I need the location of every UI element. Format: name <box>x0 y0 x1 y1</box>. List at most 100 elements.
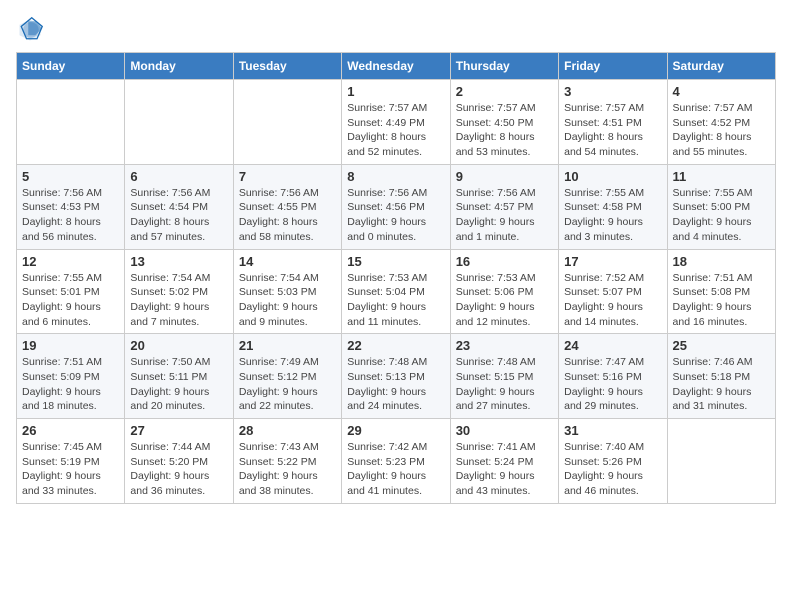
day-number: 20 <box>130 338 227 353</box>
calendar-cell: 29 Sunrise: 7:42 AM Sunset: 5:23 PM Dayli… <box>342 419 450 504</box>
day-info: Sunrise: 7:57 AM Sunset: 4:52 PM Dayligh… <box>673 101 770 160</box>
day-info: Sunrise: 7:56 AM Sunset: 4:56 PM Dayligh… <box>347 186 444 245</box>
day-number: 10 <box>564 169 661 184</box>
day-number: 19 <box>22 338 119 353</box>
day-number: 21 <box>239 338 336 353</box>
calendar-cell: 16Sunrise: 7:53 AM Sunset: 5:06 PM Dayli… <box>450 249 558 334</box>
day-number: 23 <box>456 338 553 353</box>
day-info: Sunrise: 7:53 AM Sunset: 5:04 PM Dayligh… <box>347 271 444 330</box>
day-number: 26 <box>22 423 119 438</box>
calendar-cell: 17 Sunrise: 7:52 AM Sunset: 5:07 PM Dayli… <box>559 249 667 334</box>
calendar-week-5: 26 Sunrise: 7:45 AM Sunset: 5:19 PM Dayli… <box>17 419 776 504</box>
day-number: 14 <box>239 254 336 269</box>
calendar-cell: 27 Sunrise: 7:44 AM Sunset: 5:20 PM Dayli… <box>125 419 233 504</box>
day-number: 12 <box>22 254 119 269</box>
calendar-cell: 18Sunrise: 7:51 AM Sunset: 5:08 PM Dayli… <box>667 249 775 334</box>
day-number: 5 <box>22 169 119 184</box>
day-info: Sunrise: 7:56 AM Sunset: 4:57 PM Dayligh… <box>456 186 553 245</box>
day-info: Sunrise: 7:56 AM Sunset: 4:53 PM Dayligh… <box>22 186 119 245</box>
col-header-wednesday: Wednesday <box>342 53 450 80</box>
calendar-week-2: 5 Sunrise: 7:56 AM Sunset: 4:53 PM Daylig… <box>17 164 776 249</box>
day-number: 8 <box>347 169 444 184</box>
day-info: Sunrise: 7:46 AM Sunset: 5:18 PM Dayligh… <box>673 355 770 414</box>
day-number: 25 <box>673 338 770 353</box>
day-number: 28 <box>239 423 336 438</box>
calendar-cell: 1 Sunrise: 7:57 AM Sunset: 4:49 PM Daylig… <box>342 80 450 165</box>
day-info: Sunrise: 7:40 AM Sunset: 5:26 PM Dayligh… <box>564 440 661 499</box>
day-info: Sunrise: 7:48 AM Sunset: 5:13 PM Dayligh… <box>347 355 444 414</box>
day-info: Sunrise: 7:53 AM Sunset: 5:06 PM Dayligh… <box>456 271 553 330</box>
day-info: Sunrise: 7:55 AM Sunset: 5:01 PM Dayligh… <box>22 271 119 330</box>
day-info: Sunrise: 7:57 AM Sunset: 4:49 PM Dayligh… <box>347 101 444 160</box>
calendar-cell: 30 Sunrise: 7:41 AM Sunset: 5:24 PM Dayli… <box>450 419 558 504</box>
calendar-cell: 7 Sunrise: 7:56 AM Sunset: 4:55 PM Daylig… <box>233 164 341 249</box>
calendar-cell: 10 Sunrise: 7:55 AM Sunset: 4:58 PM Dayli… <box>559 164 667 249</box>
day-number: 6 <box>130 169 227 184</box>
calendar-cell: 4 Sunrise: 7:57 AM Sunset: 4:52 PM Daylig… <box>667 80 775 165</box>
day-number: 4 <box>673 84 770 99</box>
day-info: Sunrise: 7:44 AM Sunset: 5:20 PM Dayligh… <box>130 440 227 499</box>
calendar-cell: 22 Sunrise: 7:48 AM Sunset: 5:13 PM Dayli… <box>342 334 450 419</box>
day-number: 9 <box>456 169 553 184</box>
day-info: Sunrise: 7:42 AM Sunset: 5:23 PM Dayligh… <box>347 440 444 499</box>
calendar-week-4: 19 Sunrise: 7:51 AM Sunset: 5:09 PM Dayli… <box>17 334 776 419</box>
calendar-table: SundayMondayTuesdayWednesdayThursdayFrid… <box>16 52 776 504</box>
calendar-cell <box>667 419 775 504</box>
day-number: 27 <box>130 423 227 438</box>
logo <box>16 16 48 44</box>
calendar-cell: 26 Sunrise: 7:45 AM Sunset: 5:19 PM Dayli… <box>17 419 125 504</box>
day-number: 17 <box>564 254 661 269</box>
day-info: Sunrise: 7:55 AM Sunset: 5:00 PM Dayligh… <box>673 186 770 245</box>
calendar-cell: 6 Sunrise: 7:56 AM Sunset: 4:54 PM Daylig… <box>125 164 233 249</box>
day-number: 11 <box>673 169 770 184</box>
day-info: Sunrise: 7:43 AM Sunset: 5:22 PM Dayligh… <box>239 440 336 499</box>
day-info: Sunrise: 7:56 AM Sunset: 4:55 PM Dayligh… <box>239 186 336 245</box>
calendar-cell: 19 Sunrise: 7:51 AM Sunset: 5:09 PM Dayli… <box>17 334 125 419</box>
calendar-cell: 31 Sunrise: 7:40 AM Sunset: 5:26 PM Dayli… <box>559 419 667 504</box>
calendar-cell <box>125 80 233 165</box>
day-number: 30 <box>456 423 553 438</box>
calendar-week-3: 12 Sunrise: 7:55 AM Sunset: 5:01 PM Dayli… <box>17 249 776 334</box>
day-info: Sunrise: 7:47 AM Sunset: 5:16 PM Dayligh… <box>564 355 661 414</box>
day-number: 3 <box>564 84 661 99</box>
calendar-cell: 28 Sunrise: 7:43 AM Sunset: 5:22 PM Dayli… <box>233 419 341 504</box>
day-number: 15 <box>347 254 444 269</box>
day-info: Sunrise: 7:57 AM Sunset: 4:51 PM Dayligh… <box>564 101 661 160</box>
calendar-cell <box>233 80 341 165</box>
calendar-cell <box>17 80 125 165</box>
day-number: 24 <box>564 338 661 353</box>
calendar-cell: 11 Sunrise: 7:55 AM Sunset: 5:00 PM Dayli… <box>667 164 775 249</box>
calendar-cell: 15 Sunrise: 7:53 AM Sunset: 5:04 PM Dayli… <box>342 249 450 334</box>
col-header-thursday: Thursday <box>450 53 558 80</box>
day-number: 29 <box>347 423 444 438</box>
day-number: 22 <box>347 338 444 353</box>
calendar-cell: 20Sunrise: 7:50 AM Sunset: 5:11 PM Dayli… <box>125 334 233 419</box>
calendar-cell: 8 Sunrise: 7:56 AM Sunset: 4:56 PM Daylig… <box>342 164 450 249</box>
day-number: 31 <box>564 423 661 438</box>
calendar-cell: 25 Sunrise: 7:46 AM Sunset: 5:18 PM Dayli… <box>667 334 775 419</box>
day-number: 7 <box>239 169 336 184</box>
day-info: Sunrise: 7:55 AM Sunset: 4:58 PM Dayligh… <box>564 186 661 245</box>
calendar-cell: 9 Sunrise: 7:56 AM Sunset: 4:57 PM Daylig… <box>450 164 558 249</box>
day-info: Sunrise: 7:48 AM Sunset: 5:15 PM Dayligh… <box>456 355 553 414</box>
logo-icon <box>16 16 44 44</box>
col-header-saturday: Saturday <box>667 53 775 80</box>
day-info: Sunrise: 7:56 AM Sunset: 4:54 PM Dayligh… <box>130 186 227 245</box>
calendar-cell: 2 Sunrise: 7:57 AM Sunset: 4:50 PM Daylig… <box>450 80 558 165</box>
day-info: Sunrise: 7:41 AM Sunset: 5:24 PM Dayligh… <box>456 440 553 499</box>
day-info: Sunrise: 7:45 AM Sunset: 5:19 PM Dayligh… <box>22 440 119 499</box>
day-info: Sunrise: 7:52 AM Sunset: 5:07 PM Dayligh… <box>564 271 661 330</box>
calendar-cell: 23 Sunrise: 7:48 AM Sunset: 5:15 PM Dayli… <box>450 334 558 419</box>
day-info: Sunrise: 7:51 AM Sunset: 5:09 PM Dayligh… <box>22 355 119 414</box>
calendar-cell: 12 Sunrise: 7:55 AM Sunset: 5:01 PM Dayli… <box>17 249 125 334</box>
col-header-sunday: Sunday <box>17 53 125 80</box>
calendar-cell: 13Sunrise: 7:54 AM Sunset: 5:02 PM Dayli… <box>125 249 233 334</box>
calendar-cell: 14Sunrise: 7:54 AM Sunset: 5:03 PM Dayli… <box>233 249 341 334</box>
day-number: 1 <box>347 84 444 99</box>
day-info: Sunrise: 7:54 AM Sunset: 5:02 PM Dayligh… <box>130 271 227 330</box>
col-header-friday: Friday <box>559 53 667 80</box>
day-info: Sunrise: 7:57 AM Sunset: 4:50 PM Dayligh… <box>456 101 553 160</box>
col-header-tuesday: Tuesday <box>233 53 341 80</box>
calendar-cell: 24 Sunrise: 7:47 AM Sunset: 5:16 PM Dayli… <box>559 334 667 419</box>
day-number: 2 <box>456 84 553 99</box>
